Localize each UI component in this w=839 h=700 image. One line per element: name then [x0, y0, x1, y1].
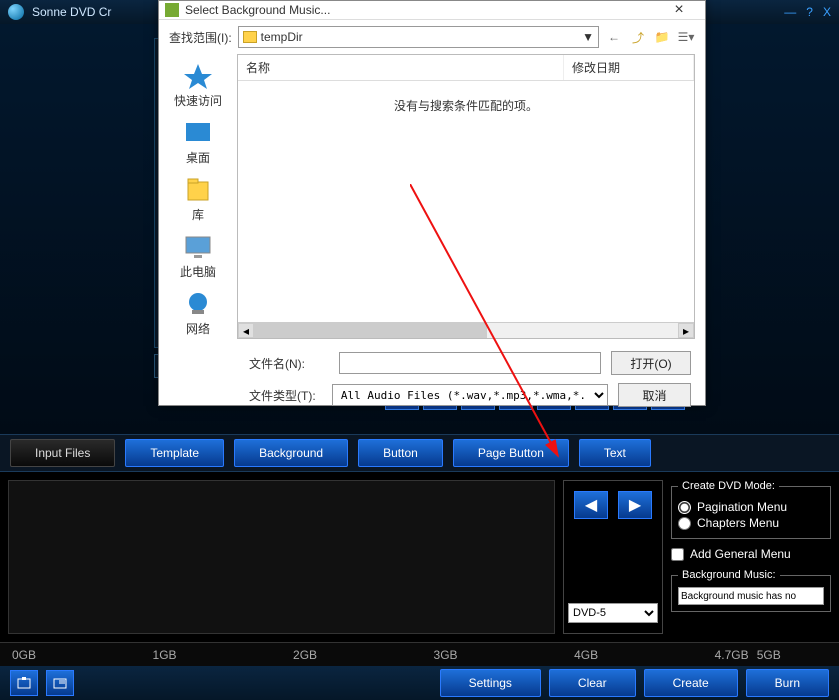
filetype-label: 文件类型(T):	[249, 387, 322, 404]
tab-bar: Input Files Template Background Button P…	[0, 434, 839, 472]
place-network[interactable]: 网络	[159, 290, 237, 337]
pagination-radio[interactable]: Pagination Menu	[678, 500, 824, 514]
create-button[interactable]: Create	[644, 669, 738, 697]
footer: Settings Clear Create Burn	[0, 666, 839, 700]
filetype-select[interactable]: All Audio Files (*.wav,*.mp3,*.wma,*.	[332, 384, 608, 406]
clear-button[interactable]: Clear	[549, 669, 636, 697]
tab-text[interactable]: Text	[579, 439, 651, 467]
bg-music-group: Background Music:	[671, 569, 831, 612]
directory-name: tempDir	[261, 30, 303, 44]
nav-panel: ◀ ▶ DVD-5	[563, 480, 663, 634]
add-file-icon-button[interactable]	[10, 670, 38, 696]
close-button[interactable]: X	[823, 5, 831, 19]
app-logo-icon	[8, 4, 24, 20]
music-file-icon	[165, 3, 179, 17]
lookin-label: 查找范围(I):	[169, 29, 232, 46]
back-icon[interactable]: ←	[605, 28, 623, 46]
size-ruler: 0GB 1GB 2GB 3GB 4GB 4.7GB 5GB	[0, 642, 839, 666]
col-date[interactable]: 修改日期	[564, 55, 694, 80]
dialog-close-button[interactable]: ×	[659, 1, 699, 19]
dvd-mode-legend: Create DVD Mode:	[678, 480, 779, 492]
bg-music-legend: Background Music:	[678, 569, 780, 581]
open-button[interactable]: 打开(O)	[611, 351, 691, 375]
file-list[interactable]: 名称 修改日期 没有与搜索条件匹配的项。 ◂▸	[237, 54, 695, 339]
places-bar: 快速访问 桌面 库 此电脑 网络	[159, 54, 237, 345]
new-folder-icon[interactable]: 📁	[653, 28, 671, 46]
directory-select[interactable]: tempDir ▼	[238, 26, 599, 48]
tab-background[interactable]: Background	[234, 439, 348, 467]
minimize-button[interactable]: —	[784, 5, 796, 19]
disc-type-select[interactable]: DVD-5	[568, 603, 658, 623]
help-button[interactable]: ?	[806, 5, 813, 19]
up-icon[interactable]: ⤴	[629, 28, 647, 46]
horizontal-scrollbar[interactable]: ◂▸	[238, 322, 694, 338]
filename-input[interactable]	[339, 352, 601, 374]
place-desktop[interactable]: 桌面	[159, 119, 237, 166]
place-this-pc[interactable]: 此电脑	[159, 233, 237, 280]
burn-button[interactable]: Burn	[746, 669, 829, 697]
add-folder-icon-button[interactable]	[46, 670, 74, 696]
cancel-button[interactable]: 取消	[618, 383, 691, 407]
col-name[interactable]: 名称	[238, 55, 564, 80]
empty-message: 没有与搜索条件匹配的项。	[238, 81, 694, 322]
dvd-mode-group: Create DVD Mode: Pagination Menu Chapter…	[671, 480, 831, 539]
tab-button[interactable]: Button	[358, 439, 443, 467]
add-general-menu-check[interactable]: Add General Menu	[671, 547, 831, 561]
place-quick-access[interactable]: 快速访问	[159, 62, 237, 109]
next-page-button[interactable]: ▶	[618, 491, 652, 519]
filename-label: 文件名(N):	[249, 355, 329, 372]
view-icon[interactable]: ☰▾	[677, 28, 695, 46]
dialog-titlebar[interactable]: Select Background Music... ×	[159, 1, 705, 20]
tab-page-button[interactable]: Page Button	[453, 439, 569, 467]
tab-template[interactable]: Template	[125, 439, 224, 467]
file-dialog: Select Background Music... × 查找范围(I): te…	[158, 0, 706, 406]
place-libraries[interactable]: 库	[159, 176, 237, 223]
bg-music-input[interactable]	[678, 587, 824, 605]
folder-icon	[243, 31, 257, 43]
chapters-radio[interactable]: Chapters Menu	[678, 516, 824, 530]
prev-page-button[interactable]: ◀	[574, 491, 608, 519]
dialog-title: Select Background Music...	[185, 3, 330, 17]
settings-button[interactable]: Settings	[440, 669, 541, 697]
timeline-canvas[interactable]	[8, 480, 555, 634]
tab-input-files[interactable]: Input Files	[10, 439, 115, 467]
